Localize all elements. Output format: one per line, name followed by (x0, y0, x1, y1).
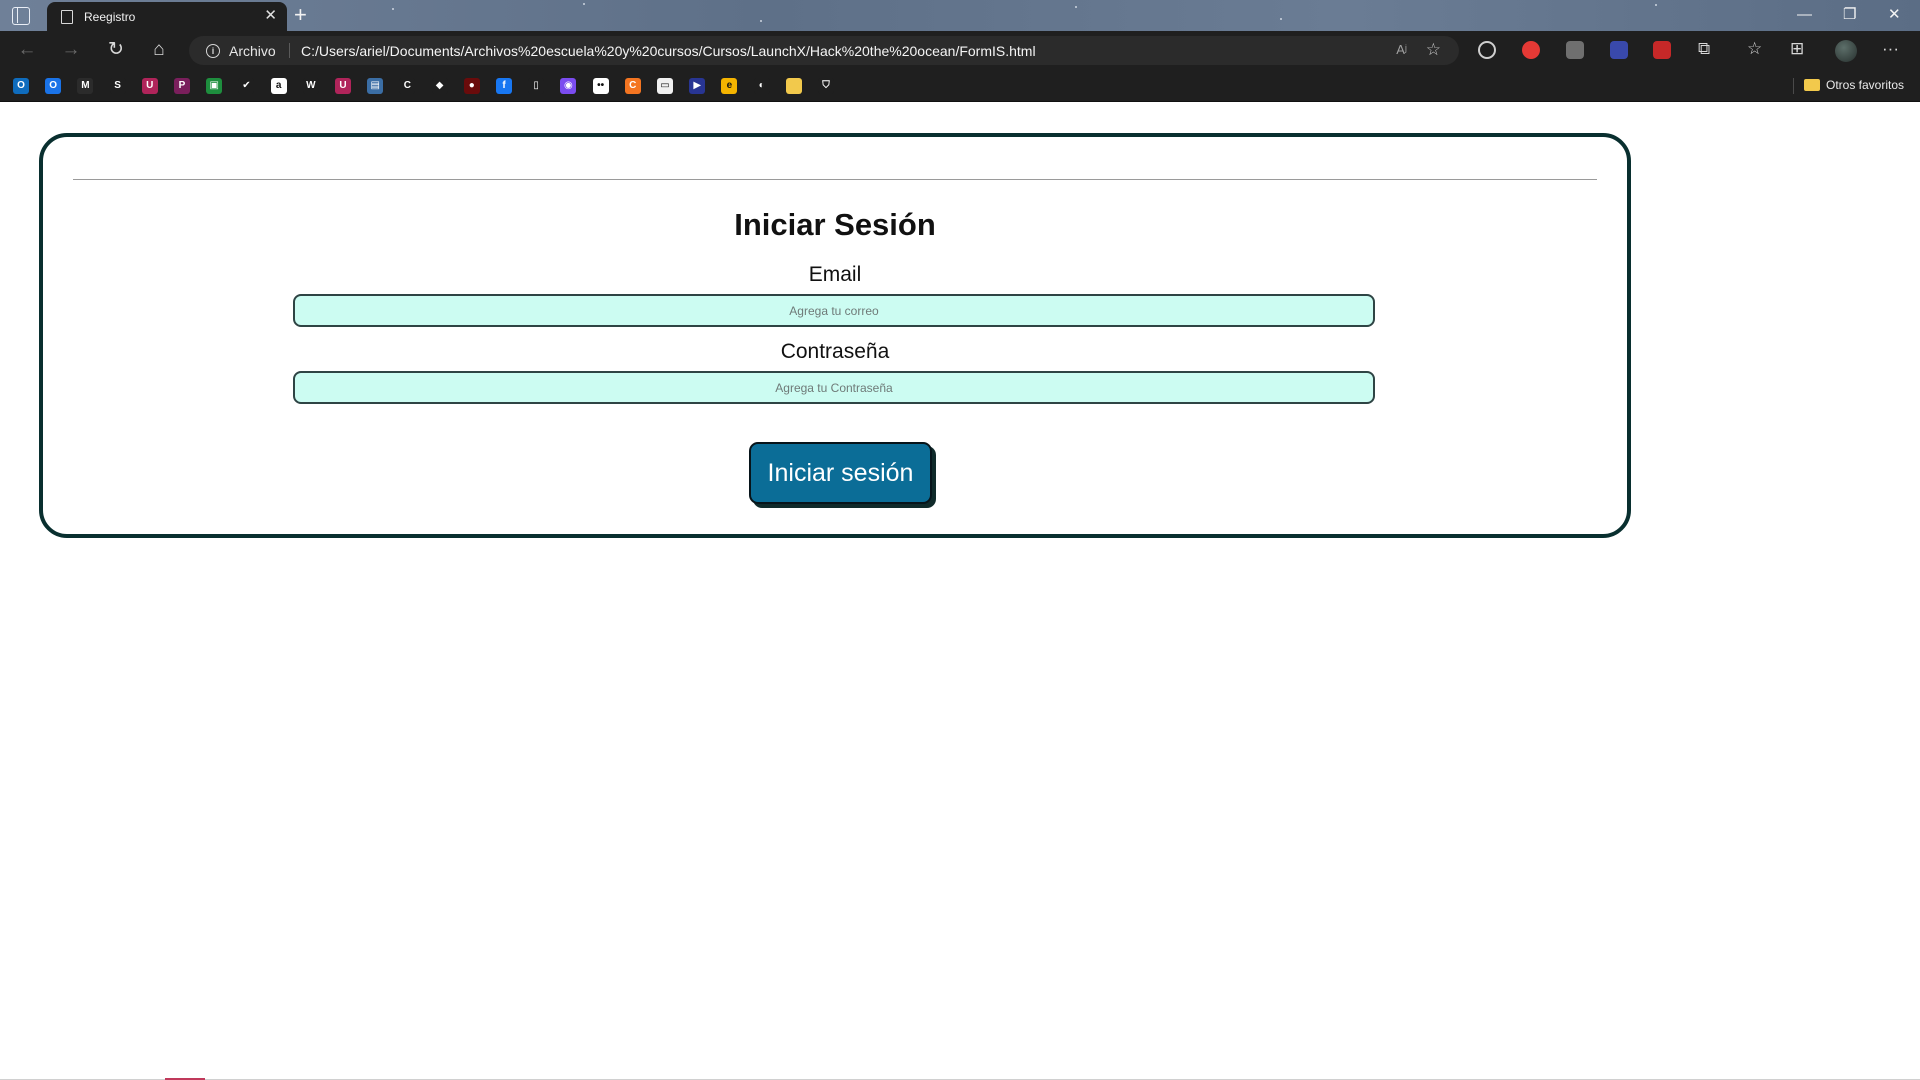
background-star (760, 20, 762, 22)
favorites-icon[interactable]: ☆ (1747, 38, 1762, 60)
extension-gray-icon[interactable] (1566, 41, 1584, 59)
todo-bookmark-icon[interactable]: ✔ (238, 78, 255, 94)
bird-bookmark-icon[interactable]: ◆ (431, 78, 448, 94)
video-bookmark-icon[interactable]: ▶ (689, 78, 706, 94)
extension-red-icon[interactable] (1653, 41, 1671, 59)
forward-button[interactable]: → (60, 39, 82, 61)
tab-title: Reegistro (84, 10, 136, 24)
site-info-icon[interactable]: i (206, 44, 220, 58)
classroom-bookmark-icon[interactable]: ▣ (206, 78, 223, 94)
outlook-bookmark-2-icon[interactable]: O (45, 78, 62, 94)
doc-bookmark-icon[interactable]: ▯ (528, 78, 545, 94)
add-favorite-icon[interactable]: ☆ (1426, 40, 1441, 60)
bookmarks-divider (1793, 78, 1794, 94)
folder-icon[interactable] (1804, 79, 1820, 91)
form-title: Iniciar Sesión (734, 207, 936, 242)
page-icon (61, 10, 73, 24)
window-close-button[interactable]: ✕ (1888, 5, 1901, 25)
bookmarks-bar: O O M S U P ▣ ✔ a W U ▤ C ◆ ● f ▯ ◉ •• C ▭ ▶ e ◐ ⛉ Otros favorit… (0, 70, 1920, 102)
messenger-bookmark-icon[interactable]: ◉ (560, 78, 577, 94)
tab-close-icon[interactable]: ✕ (264, 8, 277, 24)
background-star (1280, 18, 1282, 20)
c-bookmark-icon[interactable]: C (399, 78, 416, 94)
facebook-bookmark-icon[interactable]: f (496, 78, 512, 94)
profile-avatar[interactable] (1835, 40, 1857, 62)
crunchyroll-bookmark-icon[interactable]: C (624, 78, 641, 94)
browser-tab-active[interactable]: Reegistro ✕ (47, 2, 287, 31)
tab-actions-button[interactable] (12, 7, 30, 25)
page-viewport: Iniciar Sesión Email Contraseña Iniciar … (0, 102, 1920, 1080)
password-field[interactable] (293, 371, 1375, 404)
plex-bookmark-icon[interactable]: P (174, 78, 190, 94)
extension-glasses-icon[interactable] (1478, 41, 1496, 59)
e-bookmark-icon[interactable]: e (721, 78, 738, 94)
amazon-bookmark-icon[interactable]: a (270, 78, 287, 94)
address-url[interactable]: C:/Users/ariel/Documents/Archivos%20escu… (301, 43, 1036, 59)
browser-toolbar: ← → ↻ ⌂ i Archivo C:/Users/ariel/Documen… (0, 31, 1920, 70)
login-form-card: Iniciar Sesión Email Contraseña Iniciar … (39, 133, 1631, 538)
meet-bookmark-icon[interactable]: ▤ (367, 78, 384, 94)
background-star (392, 8, 394, 10)
read-aloud-icon[interactable]: Aʲ (1396, 42, 1407, 57)
home-button[interactable]: ⌂ (148, 39, 170, 61)
extensions-icon[interactable]: ⧉ (1698, 38, 1710, 60)
hbo-bookmark-icon[interactable]: ▭ (657, 78, 673, 94)
outlook-bookmark-icon[interactable]: O (13, 78, 29, 94)
horizontal-rule (73, 179, 1597, 180)
login-submit-button[interactable]: Iniciar sesión (749, 442, 932, 504)
email-field[interactable] (293, 294, 1375, 327)
shield-bookmark-icon[interactable]: ⛉ (818, 78, 834, 94)
collections-icon[interactable]: ⊞ (1790, 38, 1804, 60)
email-label: Email (808, 263, 862, 286)
flickr-bookmark-icon[interactable]: •• (592, 78, 609, 94)
w-bookmark-icon[interactable]: W (302, 78, 319, 94)
browser-title-bar: Reegistro ✕ + — ❐ ✕ (0, 0, 1920, 31)
other-favorites-link[interactable]: Otros favoritos (1826, 78, 1904, 92)
restore-button[interactable]: ❐ (1843, 5, 1856, 25)
extension-sigma-icon[interactable] (1610, 41, 1628, 59)
red-dot-bookmark-icon[interactable]: ● (463, 78, 480, 94)
back-button[interactable]: ← (16, 39, 38, 61)
address-scheme-label: Archivo (229, 43, 276, 59)
address-separator (289, 43, 290, 58)
minimize-button[interactable]: — (1797, 5, 1812, 25)
folder-bookmark-icon[interactable] (785, 78, 802, 94)
school-bookmark-icon[interactable]: U (141, 78, 158, 94)
more-menu-icon[interactable]: ··· (1882, 38, 1899, 60)
background-star (1655, 4, 1657, 6)
new-tab-button[interactable]: + (294, 3, 307, 27)
reload-button[interactable]: ↻ (105, 39, 127, 61)
password-label: Contraseña (780, 340, 890, 363)
background-star (1075, 6, 1077, 8)
school-bookmark-2-icon[interactable]: U (335, 78, 351, 94)
gmail-bookmark-icon[interactable]: M (77, 78, 94, 94)
background-star (583, 3, 585, 5)
address-bar[interactable]: i Archivo C:/Users/ariel/Documents/Archi… (189, 36, 1459, 65)
extension-adblock-icon[interactable] (1522, 41, 1540, 59)
github-bookmark-icon[interactable]: ◐ (753, 78, 770, 94)
s-bookmark-icon[interactable]: S (109, 78, 126, 94)
